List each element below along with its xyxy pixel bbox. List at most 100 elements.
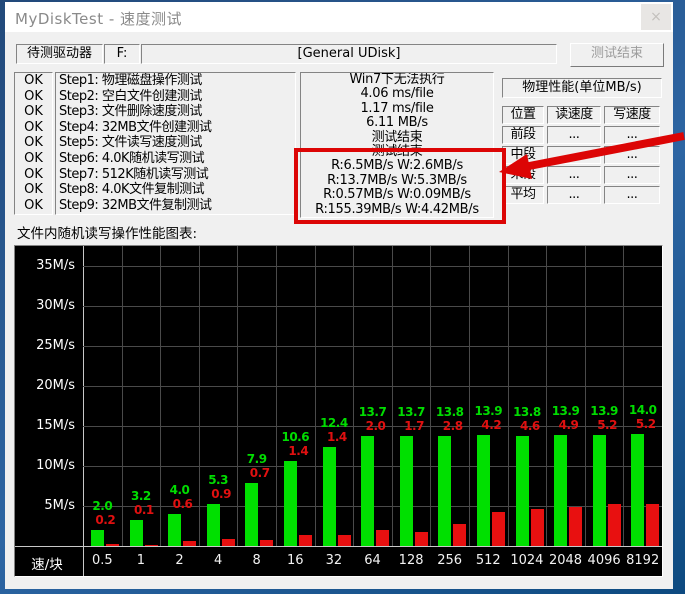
performance-title: 物理性能(单位MB/s) xyxy=(502,78,662,98)
step-status: OK xyxy=(15,198,52,214)
read-value-label: 3.2 xyxy=(121,489,161,503)
read-bar xyxy=(323,447,336,546)
write-value-label: 0.2 xyxy=(85,513,125,527)
chart-gridline-v xyxy=(623,246,624,546)
step-item: Step8: 4.0K文件复制测试 xyxy=(56,182,295,198)
result-line: R:155.39MB/s W:4.42MB/s xyxy=(301,203,493,217)
perf-col-header: 写速度 xyxy=(604,106,660,124)
chart-gridline-v xyxy=(469,246,470,546)
perf-row-label: 平均 xyxy=(502,186,544,204)
read-bar xyxy=(207,504,220,546)
write-bar xyxy=(183,541,196,546)
write-value-label: 0.6 xyxy=(163,497,203,511)
write-bar xyxy=(453,524,466,546)
write-bar xyxy=(299,535,312,546)
step-item: Step2: 空白文件创建测试 xyxy=(56,89,295,105)
step-status: OK xyxy=(15,73,52,89)
read-bar xyxy=(593,435,606,546)
write-value-label: 4.6 xyxy=(510,419,550,433)
chart-gridline-v xyxy=(315,246,316,546)
result-line: R:6.5MB/s W:2.6MB/s xyxy=(301,159,493,173)
write-bar xyxy=(531,509,544,546)
chart-x-tick-label: 256 xyxy=(430,553,470,568)
chart-y-tick-label: 25M/s xyxy=(15,338,75,353)
step-item: Step1: 物理磁盘操作测试 xyxy=(56,73,295,89)
read-value-label: 12.4 xyxy=(314,416,354,430)
chart-y-axis-line xyxy=(83,246,84,576)
chart-gridline-v xyxy=(585,246,586,546)
chart-gridline-v xyxy=(276,246,277,546)
read-bar xyxy=(400,436,413,546)
step-status: OK xyxy=(15,104,52,120)
chart-gridline-v xyxy=(237,246,238,546)
read-value-label: 13.7 xyxy=(391,405,431,419)
result-line: 测试结束 xyxy=(301,145,493,159)
chart-x-tick-label: 512 xyxy=(468,553,508,568)
chart-gridline-h xyxy=(83,266,662,267)
result-line: 测试结束 xyxy=(301,131,493,145)
result-line: R:0.57MB/s W:0.09MB/s xyxy=(301,188,493,202)
drive-letter-box[interactable]: F: xyxy=(104,44,140,64)
write-bar xyxy=(145,545,158,546)
read-value-label: 13.9 xyxy=(546,404,586,418)
step-item: Step9: 32MB文件复制测试 xyxy=(56,198,295,214)
write-value-label: 4.9 xyxy=(549,418,589,432)
step-status: OK xyxy=(15,167,52,183)
chart-y-tick-label: 15M/s xyxy=(15,418,75,433)
write-bar xyxy=(415,532,428,546)
chart-x-axis-title: 速/块 xyxy=(15,553,79,573)
read-bar xyxy=(245,483,258,546)
perf-row-label: 前段 xyxy=(502,126,544,144)
read-value-label: 13.9 xyxy=(584,404,624,418)
perf-col-header: 读速度 xyxy=(547,106,601,124)
chart-y-tick-label: 5M/s xyxy=(15,498,75,513)
write-value-label: 4.2 xyxy=(471,418,511,432)
result-line: 1.17 ms/file xyxy=(301,102,493,116)
step-item: Step6: 4.0K随机读写测试 xyxy=(56,151,295,167)
write-bar xyxy=(646,504,659,546)
write-bar xyxy=(376,530,389,546)
title-bar[interactable]: MyDiskTest - 速度测试 × xyxy=(5,2,673,32)
performance-table: 位置读速度写速度前段......中段......末段......平均...... xyxy=(502,106,662,206)
result-line: 4.06 ms/file xyxy=(301,87,493,101)
write-value-label: 5.2 xyxy=(626,417,666,431)
chart-gridline-v xyxy=(546,246,547,546)
step-list[interactable]: Step1: 物理磁盘操作测试Step2: 空白文件创建测试Step3: 文件删… xyxy=(55,72,296,215)
window-title: MyDiskTest - 速度测试 xyxy=(15,8,182,29)
chart-gridline-v xyxy=(353,246,354,546)
chart-x-tick-label: 32 xyxy=(314,553,354,568)
results-panel: Win7下无法执行4.06 ms/file1.17 ms/file6.11 MB… xyxy=(300,72,494,218)
write-value-label: 5.2 xyxy=(587,418,627,432)
step-status: OK xyxy=(15,151,52,167)
perf-row: 平均...... xyxy=(502,186,662,204)
write-value-label: 1.4 xyxy=(317,430,357,444)
perf-read-value: ... xyxy=(547,186,601,204)
device-name-box[interactable]: [General UDisk] xyxy=(141,44,557,64)
perf-read-value: ... xyxy=(547,126,601,144)
perf-header-row: 位置读速度写速度 xyxy=(502,106,662,124)
step-status: OK xyxy=(15,89,52,105)
read-value-label: 13.9 xyxy=(468,404,508,418)
chart-x-tick-label: 8192 xyxy=(623,553,663,568)
step-item: Step5: 文件读写速度测试 xyxy=(56,135,295,151)
perf-row: 中段...... xyxy=(502,146,662,164)
step-item: Step3: 文件删除速度测试 xyxy=(56,104,295,120)
write-value-label: 2.0 xyxy=(356,419,396,433)
close-button[interactable]: × xyxy=(641,4,671,30)
chart-x-tick-label: 128 xyxy=(391,553,431,568)
read-bar xyxy=(168,514,181,546)
perf-write-value: ... xyxy=(604,126,660,144)
read-bar xyxy=(361,436,374,546)
read-bar xyxy=(516,436,529,546)
write-bar xyxy=(492,512,505,546)
ok-list[interactable]: OKOKOKOKOKOKOKOKOK xyxy=(14,72,53,215)
chart-x-tick-label: 4096 xyxy=(584,553,624,568)
read-value-label: 13.8 xyxy=(507,405,547,419)
write-bar xyxy=(338,535,351,546)
chart-y-tick-label: 10M/s xyxy=(15,458,75,473)
chart-x-tick-label: 2 xyxy=(160,553,200,568)
result-line: Win7下无法执行 xyxy=(301,73,493,87)
step-item: Step7: 512K随机读写测试 xyxy=(56,167,295,183)
write-value-label: 1.4 xyxy=(278,444,318,458)
finish-test-button[interactable]: 测试结束 xyxy=(570,43,664,67)
